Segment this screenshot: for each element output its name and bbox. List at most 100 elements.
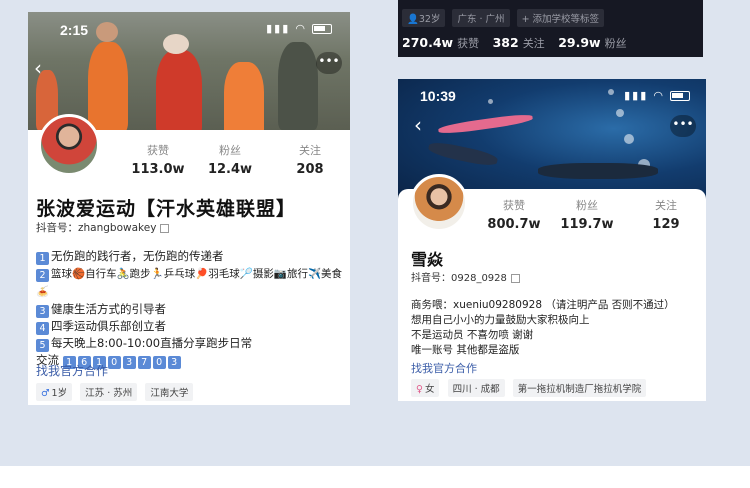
male-icon: ♂ <box>41 388 50 399</box>
tag-location[interactable]: 江苏 · 苏州 <box>80 383 138 401</box>
number-badge: 5 <box>36 339 49 352</box>
tag-location[interactable]: 广东 · 广州 <box>452 9 510 27</box>
tag-location[interactable]: 四川 · 成都 <box>447 379 505 397</box>
avatar[interactable] <box>38 114 100 176</box>
stat-label: 粉丝 <box>604 37 627 50</box>
handle-text: 抖音号：zhangbowakey <box>36 222 157 234</box>
handle-text: 抖音号：0928_0928 <box>411 273 507 284</box>
bio-text: 健康生活方式的引导者 <box>51 302 166 316</box>
profile-tags: ♂ 1岁 江苏 · 苏州 江南大学 <box>36 381 196 401</box>
number-badge: 3 <box>36 305 49 318</box>
status-icons: ▮▮▮ ◠ <box>266 22 332 35</box>
stat-value: 113.0w <box>131 162 185 177</box>
battery-icon <box>312 24 332 35</box>
bio-line: 2 篮球🏀自行车🚴跑步🏃乒乓球🏓羽毛球🏸摄影📷旅行✈️美食🍝 <box>36 265 348 301</box>
bubble <box>624 134 634 144</box>
tag-text: 1岁 <box>51 388 68 399</box>
number-badge: 1 <box>36 252 49 265</box>
tag-text: 女 <box>424 384 435 395</box>
profile-handle: 抖音号：zhangbowakey <box>36 220 170 235</box>
status-bar: 10:39 ▮▮▮ ◠ <box>398 79 706 107</box>
stat-value: 270.4w <box>402 35 454 50</box>
tag-age[interactable]: ♂ 1岁 <box>36 383 73 401</box>
battery-icon <box>670 91 690 102</box>
stat-fans[interactable]: 粉丝 12.4w <box>200 142 260 177</box>
more-options-icon[interactable]: ••• <box>316 52 342 74</box>
number-badge: 2 <box>36 269 49 282</box>
stat-value: 119.7w <box>560 217 614 232</box>
stat-fans[interactable]: 29.9w 粉丝 <box>558 35 627 50</box>
runner-figure <box>156 50 202 130</box>
profile-tags: ♀ 女 四川 · 成都 第一拖拉机制造厂拖拉机学院 <box>411 377 649 397</box>
dark-stats-row: 270.4w 获赞 382 关注 29.9w 粉丝 <box>402 35 637 51</box>
bio-line: 商务喂：xueniu09280928 （请注明产品 否则不通过） <box>411 299 675 311</box>
contact-digit: 0 <box>107 356 121 369</box>
status-icons: ▮▮▮ ◠ <box>624 89 690 102</box>
tag-school[interactable]: 江南大学 <box>145 383 194 401</box>
dark-profile-strip: 👤32岁 广东 · 广州 + 添加学校等标签 270.4w 获赞 382 关注 29… <box>398 0 703 57</box>
stat-label: 获赞 <box>503 199 525 212</box>
bio-line: 不是运动员 不喜勿喷 谢谢 <box>411 329 534 341</box>
stat-likes[interactable]: 270.4w 获赞 <box>402 35 480 50</box>
avatar[interactable] <box>410 174 468 232</box>
stat-value: 800.7w <box>487 217 541 232</box>
diver-figure <box>427 139 499 169</box>
collab-link[interactable]: 找我官方合作 <box>36 362 108 379</box>
stat-label: 获赞 <box>457 37 480 50</box>
status-time: 10:39 <box>420 88 456 104</box>
profile-bio: 商务喂：xueniu09280928 （请注明产品 否则不通过） 想用自己小小的… <box>411 298 701 358</box>
stat-value: 12.4w <box>207 162 253 177</box>
contact-digit: 7 <box>137 356 151 369</box>
stat-label: 获赞 <box>147 144 169 157</box>
stat-likes[interactable]: 获赞 800.7w <box>484 197 544 232</box>
tag-school[interactable]: 第一拖拉机制造厂拖拉机学院 <box>512 379 647 397</box>
stat-label: 关注 <box>299 144 321 157</box>
bio-text: 无伤跑的践行者，无伤跑的传递者 <box>51 249 224 263</box>
contact-digit: 3 <box>122 356 136 369</box>
bio-line: 想用自己小小的力量鼓励大家积极向上 <box>411 314 590 326</box>
female-icon: ♀ <box>416 384 423 395</box>
back-arrow-icon[interactable]: ‹ <box>34 56 42 80</box>
cover-photo-runners: 2:15 ▮▮▮ ◠ ‹ ••• <box>28 12 350 130</box>
bio-line: 4 四季运动俱乐部创立者 <box>36 318 348 335</box>
profile-card-left: 2:15 ▮▮▮ ◠ ‹ ••• 获赞 113.0w 粉丝 12.4w 关注 2… <box>28 12 350 405</box>
swimmer-figure <box>437 112 534 136</box>
stat-label: 关注 <box>522 37 545 50</box>
stat-label: 关注 <box>655 199 677 212</box>
tag-age[interactable]: 👤32岁 <box>402 9 446 27</box>
stat-following[interactable]: 关注 129 <box>636 197 696 232</box>
contact-digit: 0 <box>152 356 166 369</box>
profile-name: 雪焱 <box>411 250 444 269</box>
tag-gender[interactable]: ♀ 女 <box>411 379 440 397</box>
stat-value: 208 <box>296 162 324 177</box>
stat-likes[interactable]: 获赞 113.0w <box>128 142 188 177</box>
bubble <box>616 109 624 117</box>
runner-figure <box>88 42 128 130</box>
stat-fans[interactable]: 粉丝 119.7w <box>557 197 617 232</box>
stat-value: 382 <box>492 35 519 50</box>
status-bar: 2:15 ▮▮▮ ◠ <box>28 12 350 40</box>
stat-following[interactable]: 关注 208 <box>280 142 340 177</box>
profile-handle: 抖音号：0928_0928 <box>411 269 520 284</box>
stat-value: 129 <box>652 217 680 232</box>
status-time: 2:15 <box>60 22 89 38</box>
building-shadow <box>278 42 318 130</box>
contact-digit: 3 <box>167 356 181 369</box>
copy-icon[interactable] <box>160 223 170 233</box>
copy-icon[interactable] <box>510 273 520 283</box>
stat-label: 粉丝 <box>576 199 598 212</box>
dark-tags: 👤32岁 广东 · 广州 + 添加学校等标签 <box>402 9 608 27</box>
bio-text: 四季运动俱乐部创立者 <box>51 319 166 333</box>
bio-line: 3 健康生活方式的引导者 <box>36 301 348 318</box>
add-tag-button[interactable]: + 添加学校等标签 <box>516 9 605 27</box>
profile-bio: 1 无伤跑的践行者，无伤跑的传递者 2 篮球🏀自行车🚴跑步🏃乒乓球🏓羽毛球🏸摄影📷旅… <box>36 248 348 369</box>
more-options-icon[interactable]: ••• <box>670 115 696 137</box>
stat-following[interactable]: 382 关注 <box>492 35 545 50</box>
bio-text: 每天晚上8:00-10:00直播分享跑步日常 <box>51 336 253 350</box>
diver-figure <box>538 163 658 179</box>
bio-line: 1 无伤跑的践行者，无伤跑的传递者 <box>36 248 348 265</box>
back-arrow-icon[interactable]: ‹ <box>414 113 422 137</box>
profile-name: 张波爱运动【汗水英雄联盟】 <box>36 198 297 220</box>
collab-link[interactable]: 找我官方合作 <box>411 360 477 376</box>
tag-text: 32岁 <box>418 14 441 25</box>
